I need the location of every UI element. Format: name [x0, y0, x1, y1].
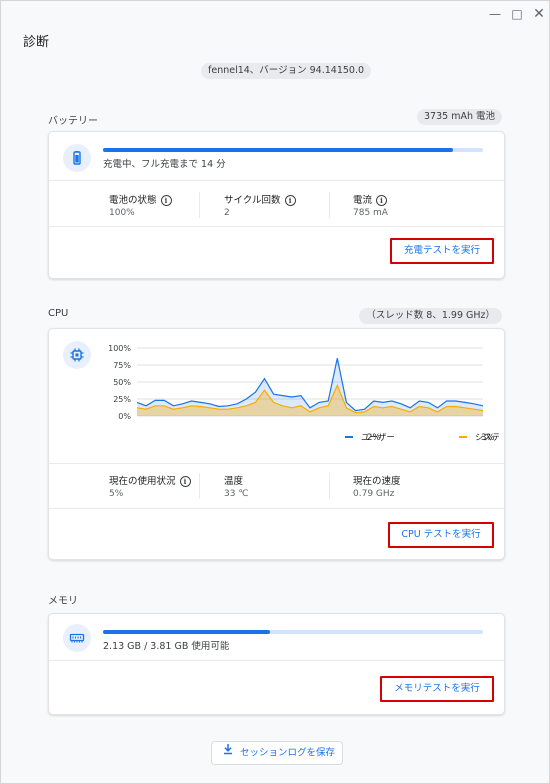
memory-section-label: メモリ [48, 596, 78, 607]
battery-divider-bottom [49, 226, 504, 227]
cpu-divider-bottom [49, 508, 504, 509]
battery-card: 充電中、フル充電まで 14 分 電池の状態 i 100% サイクル回数 i 2 電流… [48, 131, 505, 279]
y-tick-label: 25% [113, 395, 131, 404]
cpu-usage-chart: 100%75%50%25%0%ユーザー2%システム3% [108, 344, 499, 443]
legend-value: 2% [367, 433, 381, 443]
current-label: 電流 i [353, 192, 388, 206]
run-charge-test-button[interactable]: 充電テストを実行 [390, 238, 494, 264]
memory-progress-fill [103, 630, 271, 634]
stat-divider [329, 192, 330, 218]
stat-divider [199, 192, 200, 218]
info-icon[interactable]: i [284, 195, 296, 206]
battery-progress-bar [103, 148, 483, 152]
run-cpu-test-button[interactable]: CPU テストを実行 [388, 522, 494, 548]
y-tick-label: 0% [118, 412, 131, 421]
minimize-icon[interactable]: — [487, 7, 503, 21]
y-tick-label: 50% [113, 378, 131, 387]
battery-capacity-pill: 3735 mAh 電池 [417, 109, 502, 125]
info-icon[interactable]: i [160, 195, 172, 206]
page-title: 診断 [23, 35, 50, 50]
version-pill: fennel14、バージョン 94.14150.0 [201, 63, 372, 79]
legend-value: 3% [481, 433, 495, 443]
stat-divider [329, 473, 330, 499]
temperature-value: 33 ℃ [224, 489, 249, 499]
info-icon[interactable]: i [179, 476, 191, 487]
download-icon [222, 742, 236, 764]
stat-divider [199, 473, 200, 499]
save-session-log-button[interactable]: セッションログを保存 [211, 741, 343, 765]
close-icon[interactable]: ✕ [531, 7, 547, 21]
run-memory-test-button[interactable]: メモリテストを実行 [380, 676, 494, 702]
cpu-info-pill: （スレッド数 8、1.99 GHz） [359, 308, 502, 324]
battery-health-label: 電池の状態 i [109, 192, 172, 206]
y-tick-label: 75% [113, 361, 131, 370]
memory-progress-bar [103, 630, 483, 634]
temperature-label: 温度 [224, 476, 244, 487]
save-session-log-label: セッションログを保存 [240, 747, 336, 759]
cpu-card: 100%75%50%25%0%ユーザー2%システム3% 現在の使用状況i 5% … [48, 328, 505, 560]
memory-icon [63, 624, 91, 652]
diagnostics-window: — □ ✕ 診断 fennel14、バージョン 94.14150.0 バッテリー… [0, 0, 550, 784]
y-tick-label: 100% [108, 344, 131, 353]
battery-progress-fill [103, 148, 453, 152]
cpu-chip-icon [63, 341, 91, 369]
cycle-count-value: 2 [224, 208, 230, 218]
current-value: 785 mA [353, 208, 388, 218]
cpu-divider [49, 463, 504, 464]
battery-icon [63, 144, 91, 172]
memory-card: 2.13 GB / 3.81 GB 使用可能 メモリテストを実行 [48, 613, 505, 715]
current-speed-label: 現在の速度 [353, 476, 401, 487]
info-icon[interactable]: i [376, 195, 388, 206]
maximize-icon[interactable]: □ [509, 7, 525, 21]
app-content: — □ ✕ 診断 fennel14、バージョン 94.14150.0 バッテリー… [1, 1, 549, 783]
battery-status-text: 充電中、フル充電まで 14 分 [103, 159, 226, 170]
current-usage-label: 現在の使用状況 i [109, 473, 191, 487]
cycle-count-label: サイクル回数 i [224, 192, 296, 206]
battery-section-label: バッテリー [48, 116, 98, 127]
cpu-section-label: CPU [48, 308, 69, 319]
memory-divider [49, 660, 504, 661]
current-usage-value: 5% [109, 489, 124, 499]
battery-divider [49, 180, 504, 181]
current-speed-value: 0.79 GHz [353, 489, 395, 499]
memory-status-text: 2.13 GB / 3.81 GB 使用可能 [103, 641, 230, 652]
battery-health-value: 100% [109, 208, 135, 218]
